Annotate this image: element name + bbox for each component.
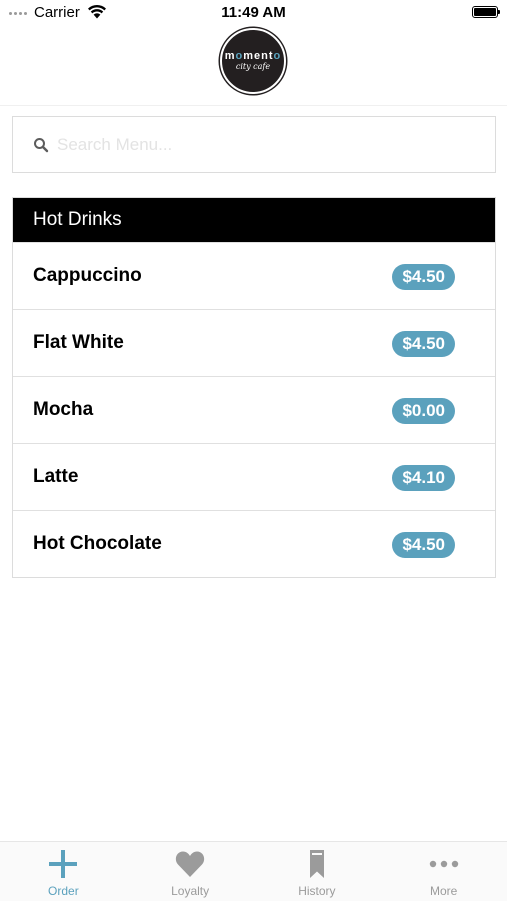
tab-more[interactable]: More bbox=[380, 842, 507, 901]
cafe-logo: momento city cafe bbox=[220, 28, 286, 94]
price-badge: $4.50 bbox=[392, 532, 455, 558]
tab-history[interactable]: History bbox=[254, 842, 381, 901]
status-time: 11:49 AM bbox=[221, 4, 286, 21]
status-bar: Carrier 11:49 AM bbox=[0, 0, 507, 26]
tab-label: Order bbox=[48, 884, 79, 898]
item-name: Hot Chocolate bbox=[33, 533, 162, 554]
tab-label: Loyalty bbox=[171, 884, 210, 898]
category-header: Hot Drinks bbox=[13, 198, 495, 242]
logo-wordmark: momento bbox=[224, 50, 282, 62]
tab-label: History bbox=[298, 884, 336, 898]
item-name: Flat White bbox=[33, 332, 124, 353]
menu-item-flat-white[interactable]: Flat White $4.50 bbox=[13, 309, 495, 376]
search-bar[interactable] bbox=[12, 116, 496, 173]
search-icon bbox=[34, 138, 49, 153]
tab-loyalty[interactable]: Loyalty bbox=[127, 842, 254, 901]
price-badge: $0.00 bbox=[392, 398, 455, 424]
bookmark-icon bbox=[309, 850, 324, 878]
menu-item-latte[interactable]: Latte $4.10 bbox=[13, 443, 495, 510]
logo-subtext: city cafe bbox=[235, 62, 271, 71]
price-badge: $4.10 bbox=[392, 465, 455, 491]
menu-item-mocha[interactable]: Mocha $0.00 bbox=[13, 376, 495, 443]
plus-icon bbox=[49, 850, 78, 878]
menu-item-cappuccino[interactable]: Cappuccino $4.50 bbox=[13, 242, 495, 309]
item-name: Cappuccino bbox=[33, 265, 142, 286]
item-name: Mocha bbox=[33, 399, 94, 420]
tab-bar: Order Loyalty History More bbox=[0, 841, 507, 901]
search-input[interactable] bbox=[57, 131, 477, 159]
battery-icon bbox=[472, 6, 500, 18]
tab-order[interactable]: Order bbox=[0, 842, 127, 901]
menu-section: Hot Drinks Cappuccino $4.50 Flat White $… bbox=[12, 197, 496, 578]
more-icon bbox=[429, 860, 458, 868]
price-badge: $4.50 bbox=[392, 264, 455, 290]
menu-item-hot-chocolate[interactable]: Hot Chocolate $4.50 bbox=[13, 510, 495, 577]
heart-icon bbox=[175, 851, 205, 877]
tab-label: More bbox=[429, 884, 458, 898]
price-badge: $4.50 bbox=[392, 331, 455, 357]
item-name: Latte bbox=[33, 466, 79, 487]
app-header: momento city cafe bbox=[0, 26, 507, 106]
